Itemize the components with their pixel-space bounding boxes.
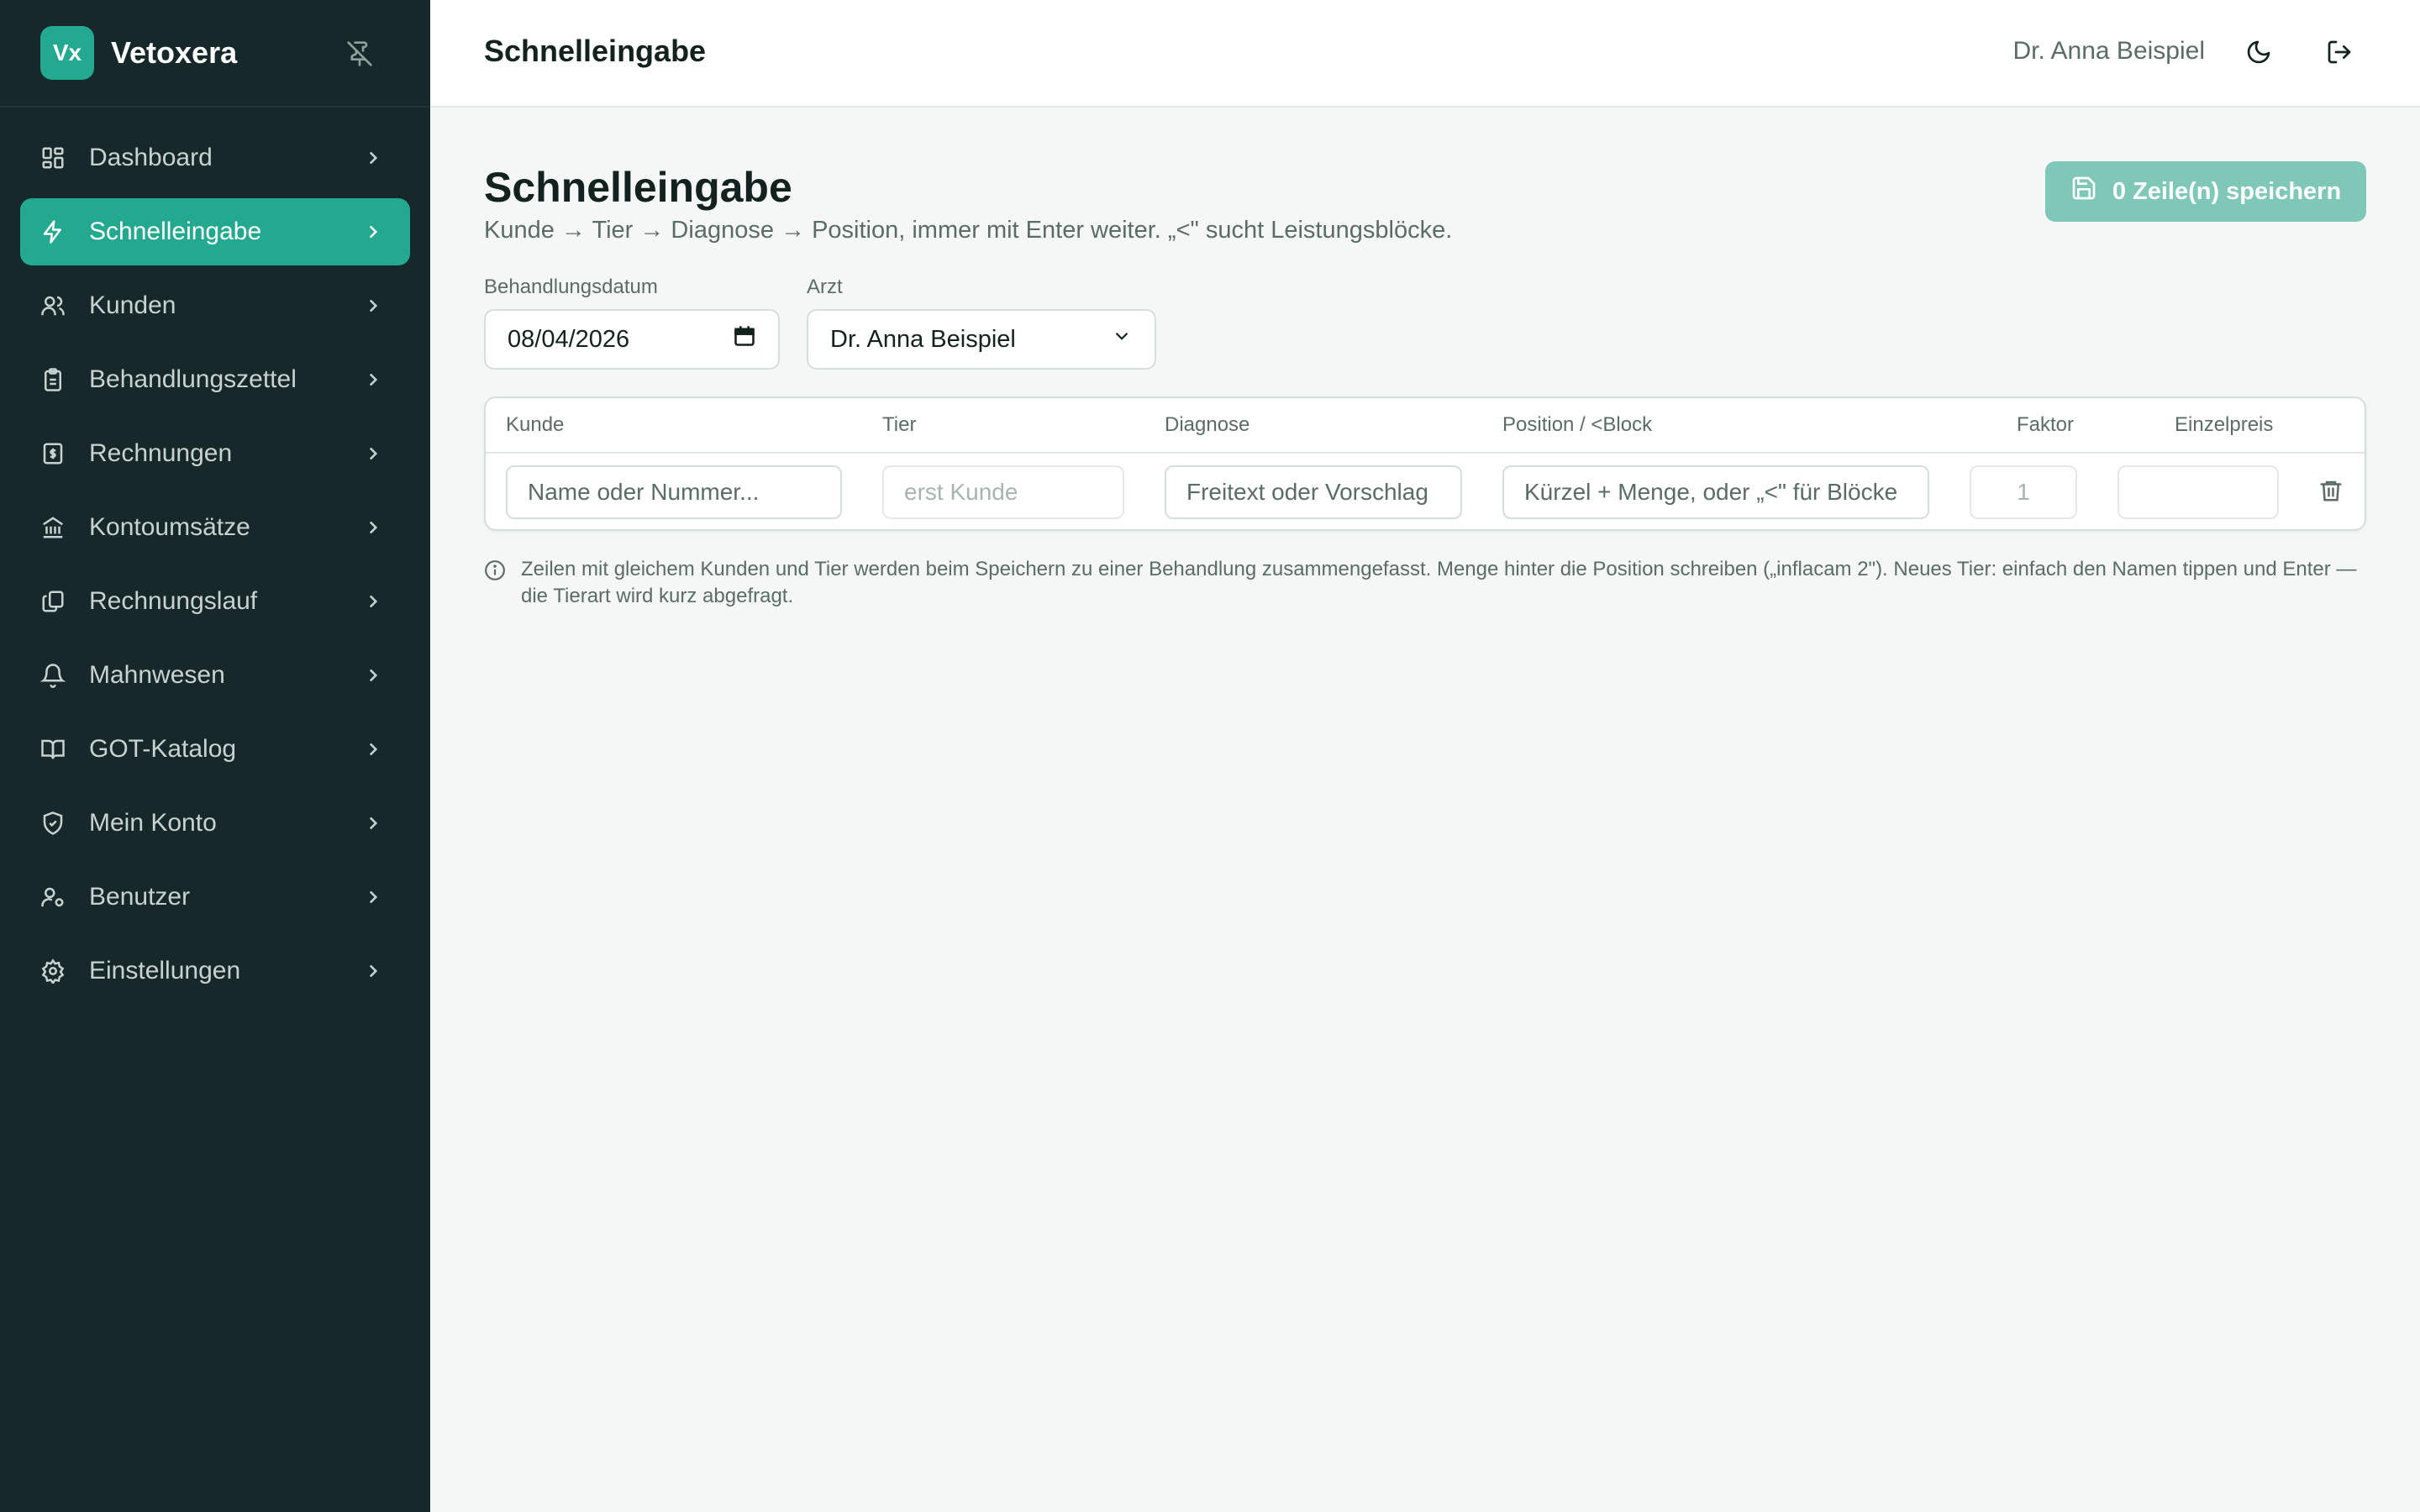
sidebar-item-label: Kontoumsätze	[89, 513, 250, 541]
chevron-down-icon	[1111, 325, 1133, 354]
sidebar-item-label: Rechnungslauf	[89, 587, 258, 615]
sidebar-item-label: Dashboard	[89, 144, 213, 171]
sidebar-item-label: Rechnungen	[89, 439, 233, 467]
sidebar-item-rechnungslauf[interactable]: Rechnungslauf	[20, 568, 410, 635]
chevron-right-icon	[361, 885, 385, 909]
logout-button[interactable]	[2319, 34, 2360, 74]
column-header-diagnose: Diagnose	[1165, 413, 1250, 436]
sidebar-item-rechnungen[interactable]: Rechnungen	[20, 420, 410, 487]
calendar-icon[interactable]	[733, 324, 756, 354]
sidebar-item-label: Einstellungen	[89, 957, 241, 984]
page-title: Schnelleingabe	[484, 164, 792, 211]
date-label: Behandlungsdatum	[484, 276, 658, 298]
doctor-label: Arzt	[807, 276, 843, 298]
save-button-label: 0 Zeile(n) speichern	[2112, 177, 2342, 205]
info-icon	[484, 559, 506, 581]
chevron-right-icon	[361, 664, 385, 687]
bolt-icon	[40, 219, 66, 244]
chevron-right-icon	[361, 738, 385, 761]
entry-table: Kunde Tier Diagnose Position / <Block Fa…	[484, 396, 2366, 531]
animal-input[interactable]: erst Kunde	[882, 465, 1124, 519]
sidebar: Vx Vetoxera Dashboard Schnelleingabe Kun…	[0, 0, 430, 1512]
factor-input[interactable]: 1	[1970, 465, 2077, 519]
sidebar-item-label: Behandlungszettel	[89, 365, 297, 393]
table-header-divider	[486, 452, 2365, 454]
clipboard-icon	[40, 367, 66, 392]
column-header-position: Position / <Block	[1502, 413, 1653, 436]
trash-icon	[2318, 478, 2344, 507]
theme-toggle-button[interactable]	[2238, 34, 2279, 74]
logout-icon	[2326, 39, 2353, 70]
gear-icon	[40, 958, 66, 984]
sidebar-item-benutzer[interactable]: Benutzer	[20, 864, 410, 931]
position-input[interactable]: Kürzel + Menge, oder „<" für Blöcke	[1502, 465, 1929, 519]
sidebar-item-label: GOT-Katalog	[89, 735, 237, 763]
chevron-right-icon	[361, 590, 385, 613]
book-icon	[40, 737, 66, 762]
dashboard-icon	[40, 145, 66, 171]
doctor-select[interactable]: Dr. Anna Beispiel	[807, 309, 1156, 370]
sidebar-item-schnelleingabe[interactable]: Schnelleingabe	[20, 198, 410, 265]
chevron-right-icon	[361, 146, 385, 170]
sidebar-item-label: Benutzer	[89, 883, 191, 911]
save-icon	[2070, 175, 2097, 208]
chevron-right-icon	[361, 516, 385, 539]
current-user-name: Dr. Anna Beispiel	[2012, 37, 2205, 65]
invoice-icon	[40, 441, 66, 466]
chevron-right-icon	[361, 442, 385, 465]
sidebar-nav: Dashboard Schnelleingabe Kunden Behandlu…	[0, 108, 430, 1005]
sidebar-item-behandlungszettel[interactable]: Behandlungszettel	[20, 346, 410, 413]
shield-icon	[40, 811, 66, 836]
chevron-right-icon	[361, 368, 385, 391]
column-header-einzelpreis: Einzelpreis	[2175, 413, 2274, 436]
page-subtitle: Kunde → Tier → Diagnose → Position, imme…	[484, 217, 1453, 244]
brand-logo[interactable]: Vx	[40, 26, 94, 80]
sidebar-item-label: Mahnwesen	[89, 661, 225, 689]
sidebar-item-kontoumsaetze[interactable]: Kontoumsätze	[20, 494, 410, 561]
sidebar-item-mahnwesen[interactable]: Mahnwesen	[20, 642, 410, 709]
sidebar-item-kunden[interactable]: Kunden	[20, 272, 410, 339]
pin-off-icon[interactable]	[343, 37, 376, 71]
column-header-tier: Tier	[882, 413, 917, 436]
sidebar-item-dashboard[interactable]: Dashboard	[20, 124, 410, 192]
diagnosis-input[interactable]: Freitext oder Vorschlag	[1165, 465, 1462, 519]
save-rows-button[interactable]: 0 Zeile(n) speichern	[2045, 161, 2366, 222]
chevron-right-icon	[361, 294, 385, 318]
bank-icon	[40, 515, 66, 540]
brand-name: Vetoxera	[111, 35, 238, 70]
info-hint: Zeilen mit gleichem Kunden und Tier werd…	[484, 556, 2366, 610]
treatment-date-input[interactable]: 08/04/2026	[484, 309, 780, 370]
hint-text: Zeilen mit gleichem Kunden und Tier werd…	[521, 558, 2357, 607]
sidebar-item-got-katalog[interactable]: GOT-Katalog	[20, 716, 410, 783]
sidebar-item-einstellungen[interactable]: Einstellungen	[20, 937, 410, 1005]
chevron-right-icon	[361, 220, 385, 244]
column-header-kunde: Kunde	[506, 413, 565, 436]
sidebar-item-label: Schnelleingabe	[89, 218, 262, 245]
copy-icon	[40, 589, 66, 614]
delete-row-button[interactable]	[2316, 477, 2346, 507]
header-title: Schnelleingabe	[484, 34, 707, 68]
users-icon	[40, 293, 66, 318]
sidebar-item-mein-konto[interactable]: Mein Konto	[20, 790, 410, 857]
doctor-selected-value: Dr. Anna Beispiel	[830, 325, 1016, 353]
sidebar-item-label: Kunden	[89, 291, 176, 319]
column-header-faktor: Faktor	[2017, 413, 2075, 436]
top-bar: Schnelleingabe Dr. Anna Beispiel	[430, 0, 2420, 108]
bell-icon	[40, 663, 66, 688]
chevron-right-icon	[361, 811, 385, 835]
user-settings-icon	[40, 885, 66, 910]
chevron-right-icon	[361, 959, 385, 983]
date-value: 08/04/2026	[508, 325, 630, 353]
unit-price-input[interactable]	[2118, 465, 2279, 519]
brand: Vx Vetoxera	[0, 0, 430, 108]
sidebar-item-label: Mein Konto	[89, 809, 217, 837]
customer-input[interactable]: Name oder Nummer...	[506, 465, 842, 519]
moon-icon	[2245, 39, 2272, 70]
